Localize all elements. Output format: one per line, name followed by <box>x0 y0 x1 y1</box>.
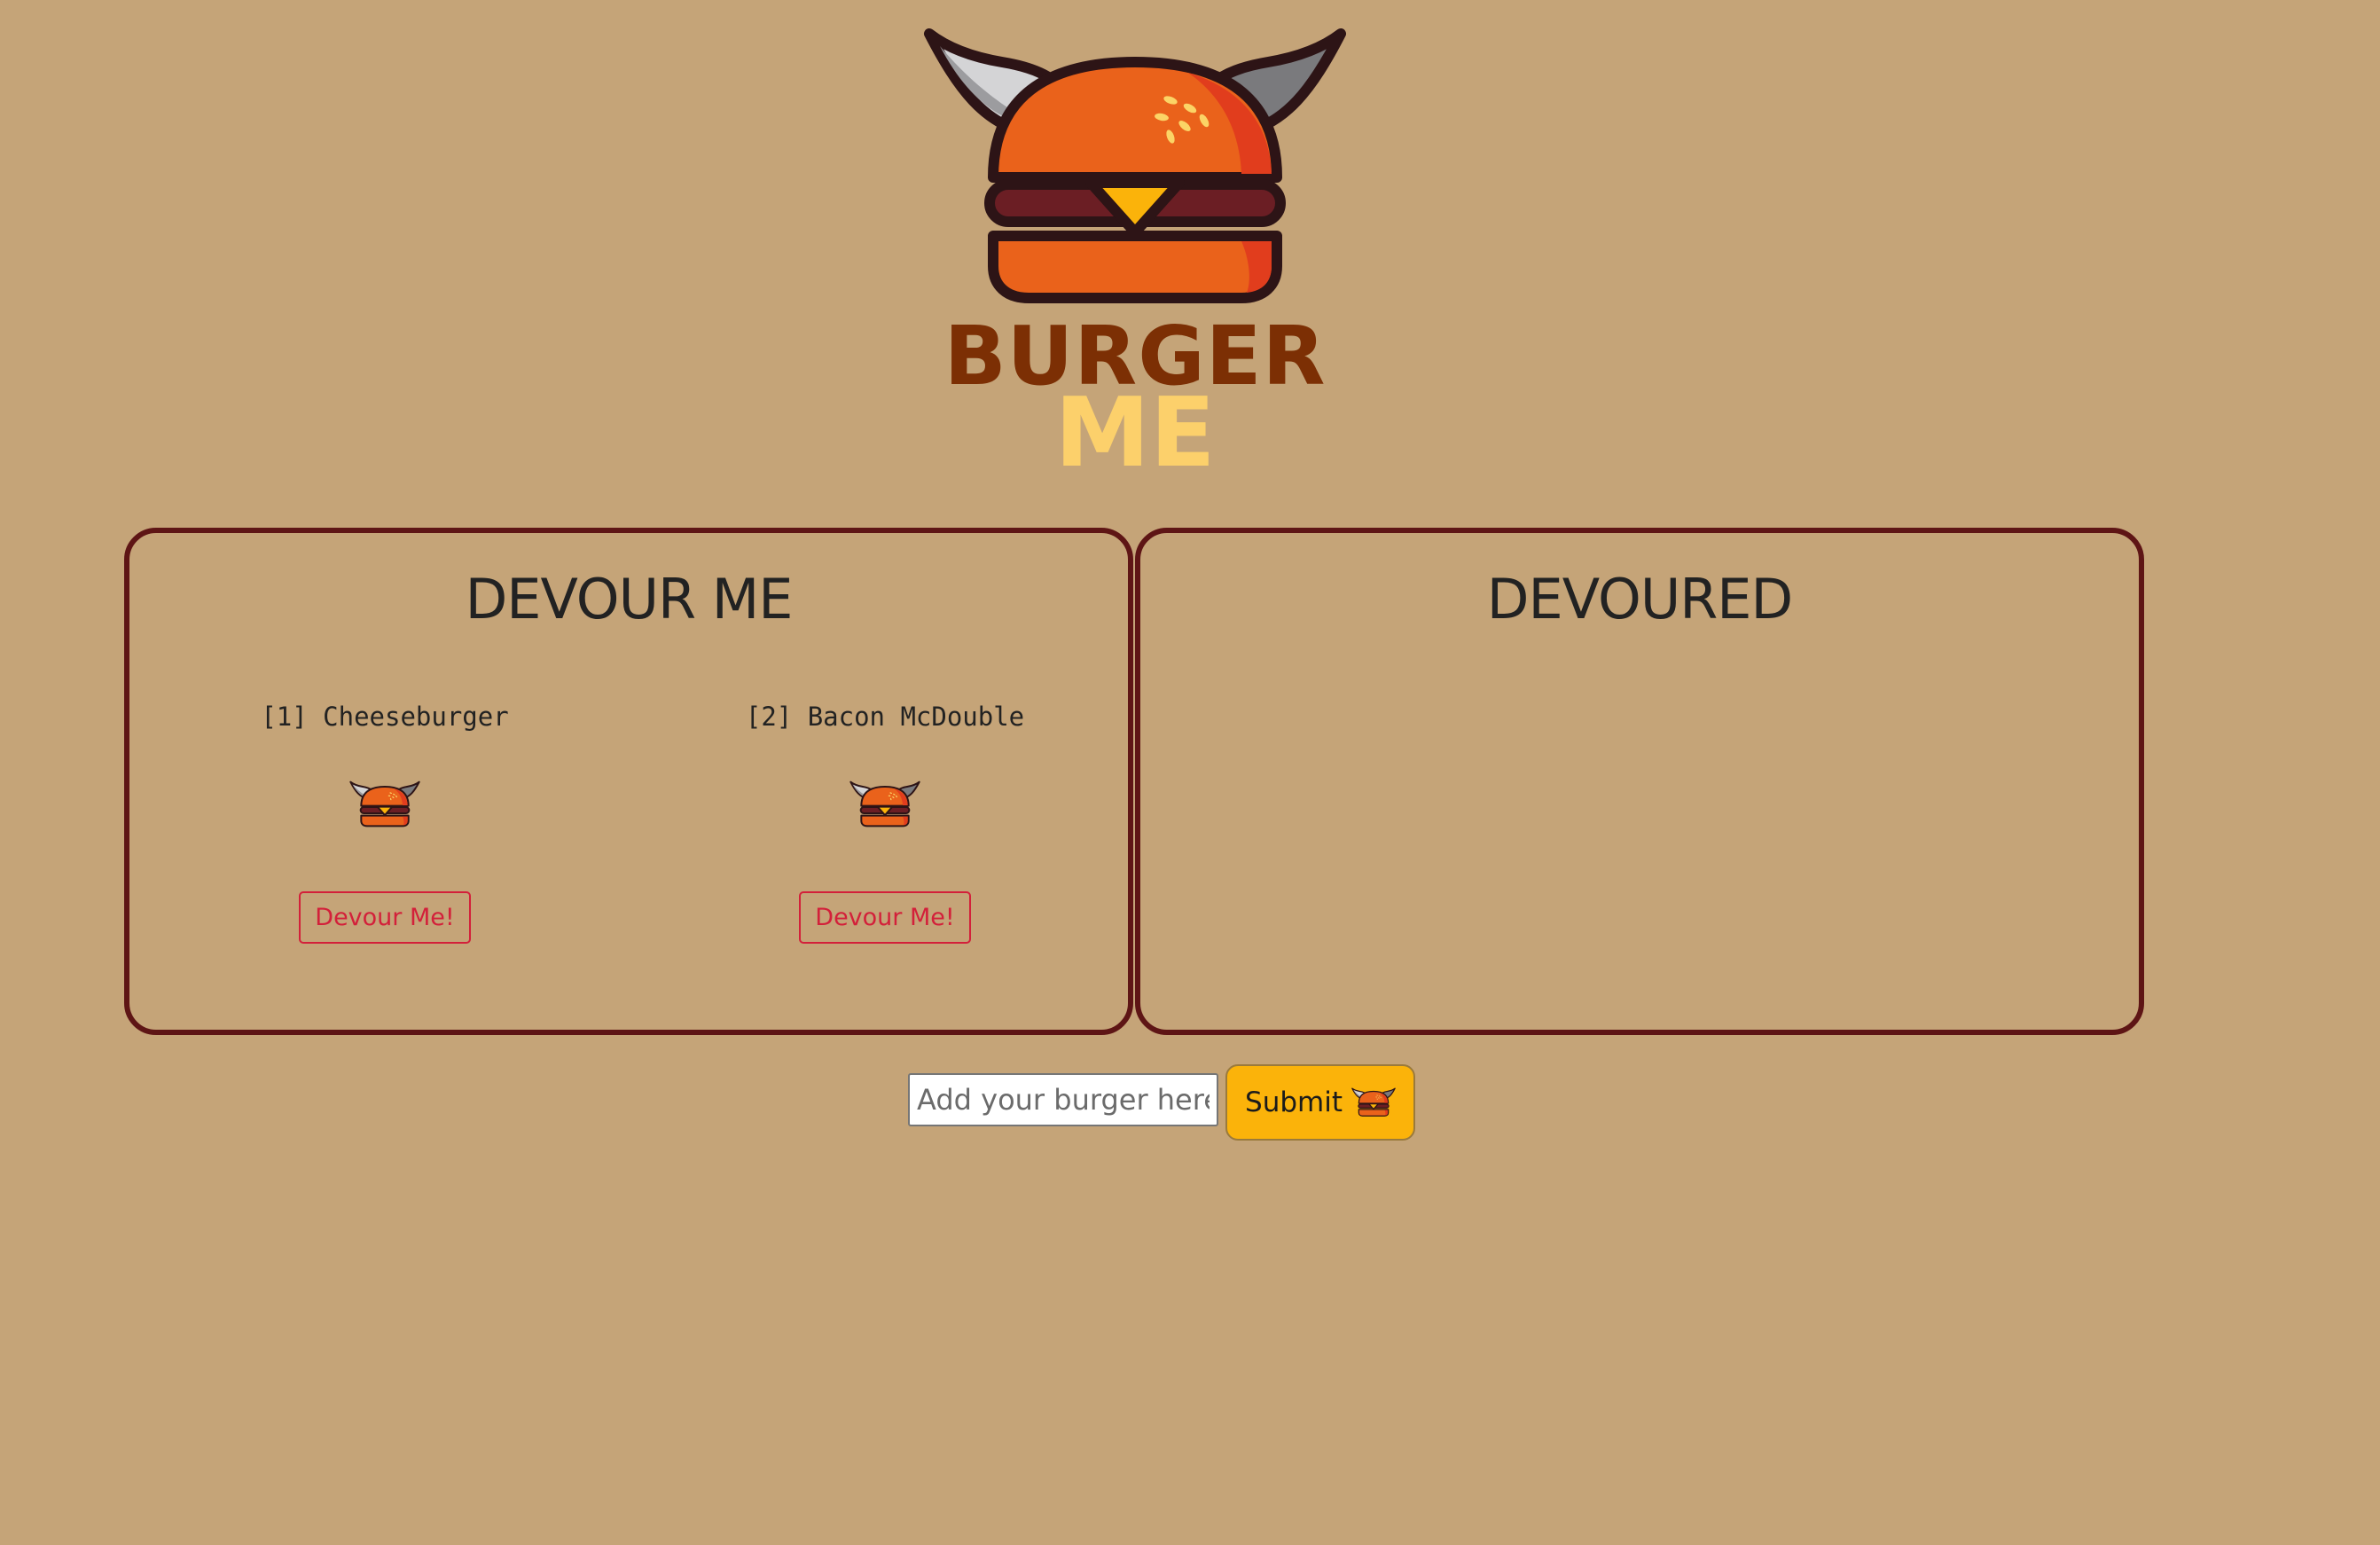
horned-burger-icon <box>1351 1086 1396 1118</box>
devour-button[interactable]: Devour Me! <box>299 891 471 944</box>
devour-me-panel: DEVOUR ME [1] Cheeseburger Devour Me! [2… <box>124 528 1133 1035</box>
devoured-panel: DEVOURED <box>1135 528 2144 1035</box>
submit-label: Submit <box>1245 1086 1343 1118</box>
horned-burger-icon <box>849 780 920 829</box>
burger-name: [2] Bacon McDouble <box>745 702 1025 732</box>
panel-title-devoured: DEVOURED <box>1486 567 1793 631</box>
app-logo: BURGER ME <box>922 27 1348 482</box>
burger-name-input[interactable] <box>908 1073 1218 1126</box>
burger-item: [1] Cheeseburger Devour Me! <box>199 702 571 968</box>
submit-button[interactable]: Submit <box>1225 1064 1415 1141</box>
devour-button[interactable]: Devour Me! <box>799 891 971 944</box>
panel-title-devour-me: DEVOUR ME <box>465 567 794 631</box>
horned-burger-icon <box>922 27 1348 319</box>
horned-burger-icon <box>349 780 420 829</box>
logo-title-me: ME <box>1054 378 1216 489</box>
burger-item: [2] Bacon McDouble Devour Me! <box>699 702 1071 968</box>
burger-name: [1] Cheeseburger <box>261 702 509 732</box>
